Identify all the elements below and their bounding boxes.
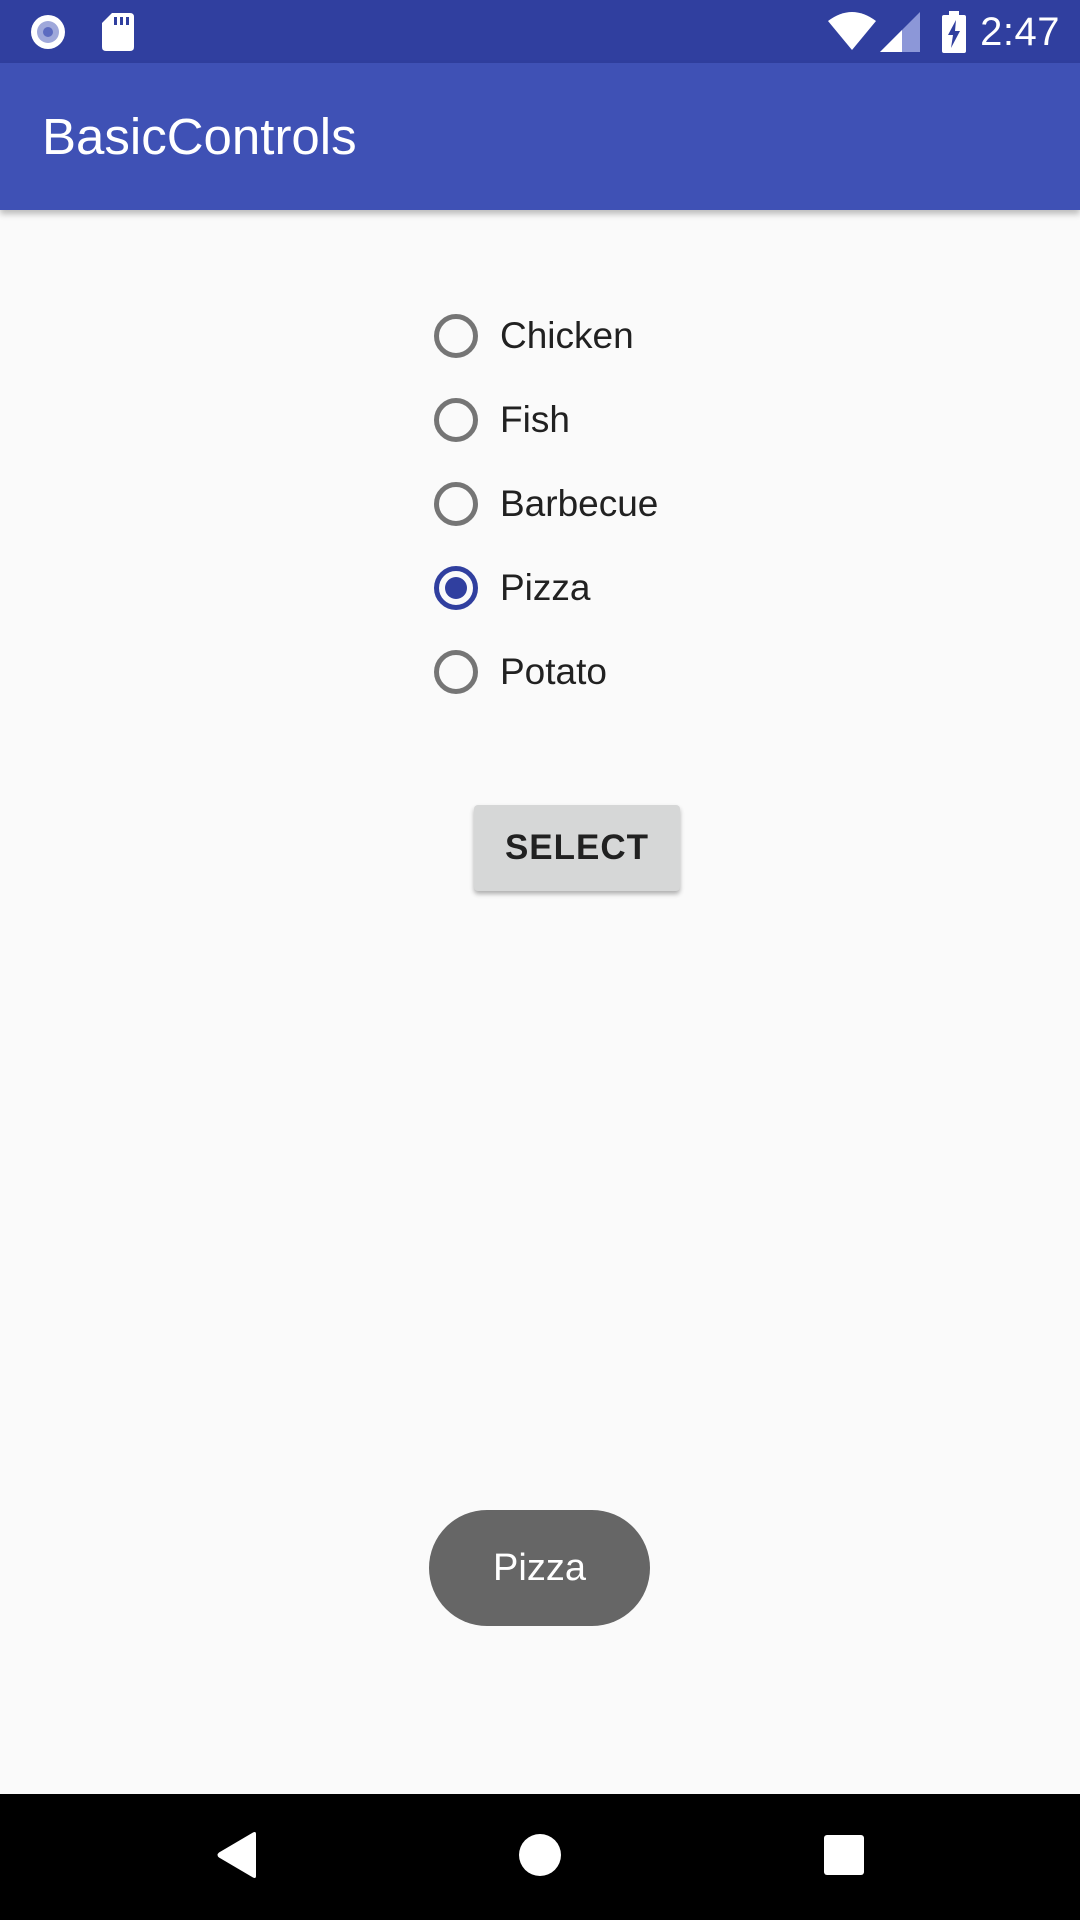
food-radio-group: Chicken Fish Barbecue Pizza Potato [434,294,834,714]
sd-card-icon [102,13,134,51]
wifi-icon [828,12,877,52]
radio-button-icon [434,314,478,358]
back-icon [215,1831,259,1884]
radio-label: Chicken [500,315,634,356]
cell-signal-icon [880,12,921,52]
radio-button-icon [434,398,478,442]
home-button[interactable] [480,1794,600,1920]
radio-label: Potato [500,651,607,692]
radio-button-icon [434,482,478,526]
radio-option-potato[interactable]: Potato [434,630,834,714]
toast-message: Pizza [429,1510,650,1626]
status-bar-right: 2:47 [828,8,1060,56]
radio-label: Fish [500,399,570,440]
radio-label: Pizza [500,567,591,608]
radio-button-icon [434,650,478,694]
home-icon [518,1833,562,1882]
status-bar: 2:47 [0,0,1080,63]
navigation-bar [0,1794,1080,1920]
select-button[interactable]: SELECT [474,805,680,891]
radio-option-fish[interactable]: Fish [434,378,834,462]
radio-option-chicken[interactable]: Chicken [434,294,834,378]
recents-button[interactable] [784,1794,904,1920]
radio-label: Barbecue [500,483,659,524]
radio-option-pizza[interactable]: Pizza [434,546,834,630]
battery-charging-icon [942,11,967,53]
status-clock: 2:47 [980,9,1060,54]
status-bar-left [28,12,134,52]
back-button[interactable] [177,1794,297,1920]
radio-option-barbecue[interactable]: Barbecue [434,462,834,546]
recents-icon [824,1834,864,1880]
app-title: BasicControls [42,108,357,165]
app-bar: BasicControls [0,63,1080,210]
record-icon [28,12,68,52]
radio-button-checked-icon [434,566,478,610]
